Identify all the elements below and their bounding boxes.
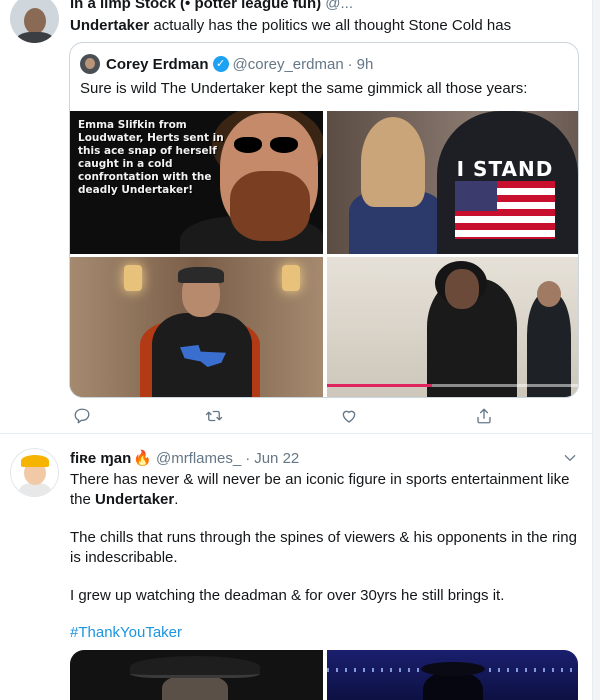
dot-separator: ·	[347, 55, 353, 73]
like-button[interactable]	[337, 404, 361, 428]
tweet-paragraph: I grew up watching the deadman & for ove…	[70, 587, 505, 604]
media-image-2[interactable]	[327, 650, 578, 700]
reply-icon	[74, 408, 90, 424]
tweet-header: in a ilmp Stock (• potter league fun) @.…	[70, 0, 353, 14]
avatar[interactable]	[10, 448, 59, 497]
tweet-paragraph: There has never & will never be an iconi…	[70, 471, 570, 508]
video-progress-fill	[327, 384, 433, 387]
media-video[interactable]	[327, 257, 578, 397]
quoted-tweet-header: Corey Erdman ✓ @corey_erdman · 9h	[80, 53, 373, 75]
image-caption: Emma Slifkin from Loudwater, Herts sent …	[78, 119, 224, 196]
image-figure	[421, 662, 485, 676]
timeline: in a ilmp Stock (• potter league fun) @.…	[0, 0, 593, 700]
shirt-text: I STAND	[456, 157, 554, 181]
tweet-paragraph: The chills that runs through the spines …	[70, 529, 577, 566]
media-image-1[interactable]	[70, 650, 323, 700]
verified-badge-icon: ✓	[212, 56, 229, 72]
media-image-1[interactable]: Emma Slifkin from Loudwater, Herts sent …	[70, 111, 323, 254]
author-handle[interactable]: @...	[325, 0, 353, 12]
author-name[interactable]: in a ilmp Stock (• potter league fun)	[70, 0, 321, 12]
tweet[interactable]: fiʀe ɱan 🔥 @mrflames_ · Jun 22 There has…	[0, 434, 592, 700]
chevron-down-icon[interactable]	[563, 451, 577, 465]
avatar-face	[24, 8, 46, 34]
media-grid	[70, 650, 578, 700]
media-image-2[interactable]: I STAND	[327, 111, 578, 254]
lamp	[124, 265, 142, 291]
quoted-author-name: Corey Erdman	[106, 55, 209, 73]
media-grid: Emma Slifkin from Loudwater, Herts sent …	[70, 111, 578, 397]
scrollbar[interactable]	[593, 0, 600, 700]
cap	[178, 267, 224, 283]
tweet-actions	[70, 404, 510, 430]
image-figure	[361, 117, 425, 207]
quoted-tweet-text: Sure is wild The Undertaker kept the sam…	[80, 80, 528, 97]
tweet-text: Undertaker actually has the politics we …	[70, 16, 511, 36]
share-button[interactable]	[472, 404, 496, 428]
sunglasses	[234, 137, 300, 153]
video-progress-bar[interactable]	[327, 384, 578, 387]
tweet-date[interactable]: Jun 22	[254, 450, 299, 467]
highlight-word: Undertaker	[70, 17, 150, 34]
quoted-author-handle: @corey_erdman	[232, 55, 344, 73]
tweet-header: fiʀe ɱan 🔥 @mrflames_ · Jun 22	[70, 448, 299, 468]
quoted-tweet[interactable]: Corey Erdman ✓ @corey_erdman · 9h Sure i…	[69, 42, 579, 398]
retweet-icon	[205, 410, 223, 422]
media-image-3[interactable]	[70, 257, 323, 397]
lamp	[282, 265, 300, 291]
dot-separator: ·	[245, 449, 251, 467]
avatar-shirt	[16, 32, 54, 43]
avatar-body	[19, 483, 51, 496]
heart-icon	[342, 410, 356, 423]
retweet-button[interactable]	[202, 404, 226, 428]
share-icon	[477, 408, 491, 424]
image-figure	[527, 293, 571, 397]
avatar-cap	[21, 455, 49, 467]
image-figure	[537, 281, 561, 307]
quoted-timestamp: 9h	[356, 55, 374, 73]
hashtag-link[interactable]: #ThankYouTaker	[70, 623, 182, 643]
tweet[interactable]: in a ilmp Stock (• potter league fun) @.…	[0, 0, 592, 434]
flag-graphic	[455, 181, 555, 239]
image-figure	[423, 672, 483, 700]
author-name[interactable]: fiʀe ɱan	[70, 450, 131, 467]
highlight-word: Undertaker	[95, 491, 175, 508]
avatar[interactable]	[10, 0, 59, 43]
image-figure	[162, 676, 228, 700]
fire-emoji-icon: 🔥	[133, 450, 152, 467]
quoted-avatar	[80, 54, 100, 74]
image-figure	[445, 269, 479, 309]
image-figure	[130, 656, 260, 678]
reply-button[interactable]	[70, 404, 94, 428]
author-handle[interactable]: @mrflames_	[156, 450, 241, 467]
tweet-text-rest: actually has the politics we all thought…	[149, 17, 512, 34]
